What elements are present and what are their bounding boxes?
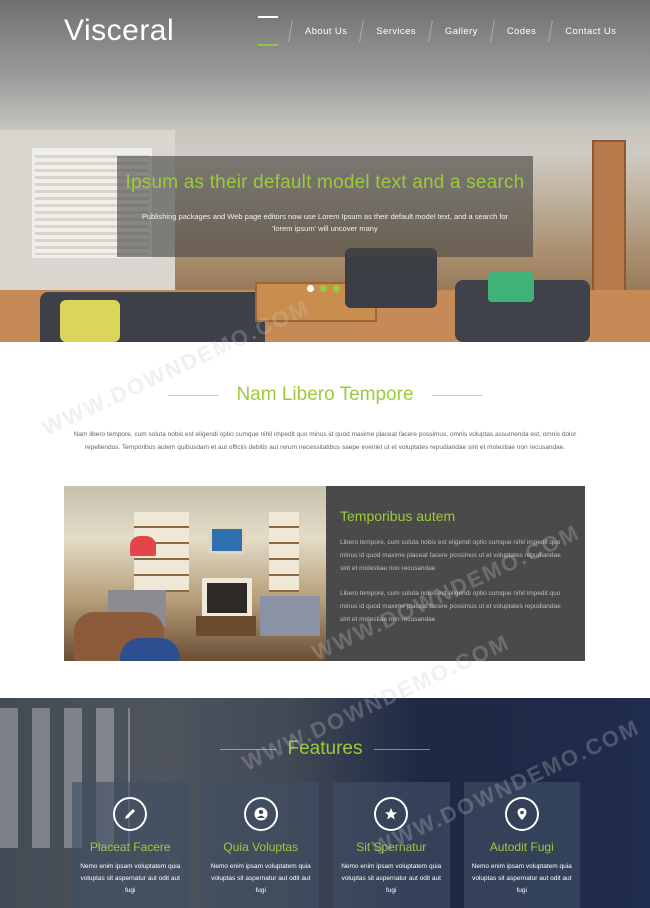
feature-card-text: Nemo enim ipsam voluptatem quia voluptas… (210, 863, 311, 894)
feature-card-text: Nemo enim ipsam voluptatem quia voluptas… (341, 863, 442, 894)
about-title: Nam Libero Tempore (236, 384, 414, 405)
nav-separator (548, 20, 554, 42)
feature-title: Temporibus autem (340, 508, 456, 524)
nav-home-tab[interactable] (252, 16, 284, 46)
feature-paragraph-1: Libero tempore, cum soluta nobis est eli… (340, 539, 561, 572)
nav-separator (359, 20, 365, 42)
feature-card-title: Placeat Facere (89, 840, 171, 854)
user-icon (243, 797, 278, 831)
main-nav: About Us Services Gallery Codes Contact … (252, 16, 624, 46)
feature-card-text: Nemo enim ipsam voluptatem quia voluptas… (471, 863, 572, 894)
feature-paragraph-2: Libero tempore, cum soluta nobis est eli… (340, 590, 561, 623)
features-heading: Features (0, 736, 650, 762)
feature-card[interactable]: Autodit Fugi Nemo enim ipsam voluptatem … (463, 782, 580, 908)
living-room-image (64, 486, 326, 661)
nav-gallery[interactable]: Gallery (437, 26, 486, 37)
nav-services[interactable]: Services (368, 26, 424, 37)
feature-card[interactable]: Quia Voluptas Nemo enim ipsam voluptatem… (202, 782, 319, 908)
fireplace (202, 578, 252, 618)
brand-logo[interactable]: Visceral (64, 14, 174, 48)
feature-card[interactable]: Placeat Facere Nemo enim ipsam voluptate… (72, 782, 189, 908)
feature-card-title: Quia Voluptas (223, 840, 299, 854)
about-paragraph: Nam libero tempore, cum soluta nobis est… (73, 431, 577, 451)
nav-codes[interactable]: Codes (499, 26, 544, 37)
nav-contact-us[interactable]: Contact Us (557, 26, 624, 37)
hero-title: Ipsum as their default model text and a … (125, 172, 525, 193)
about-feature-box: Temporibus autem Libero tempore, cum sol… (64, 486, 585, 661)
heading-rule-left (168, 394, 219, 396)
nav-about-us[interactable]: About Us (297, 26, 355, 37)
nav-separator (288, 20, 293, 42)
nav-separator (489, 20, 495, 42)
blue-chair (120, 638, 180, 661)
hero-caption: Ipsum as their default model text and a … (117, 156, 533, 257)
feature-card-title: Sit Spernatur (356, 840, 427, 854)
map-marker-icon (504, 797, 539, 831)
hero-sofa-right (345, 248, 437, 308)
heading-rule-right (431, 394, 482, 396)
bookshelf-right (269, 512, 299, 592)
armchair-right (260, 596, 320, 636)
slider-dot-1[interactable] (307, 285, 314, 292)
slider-dot-3[interactable] (333, 285, 340, 292)
hero-pillow-yellow (60, 300, 120, 342)
about-heading: Nam Libero Tempore (0, 380, 650, 410)
pencil-icon (113, 797, 148, 831)
hero-door (592, 140, 626, 310)
features-title: Features (287, 738, 363, 759)
nav-separator (427, 20, 433, 42)
painting (209, 526, 245, 554)
feature-cards: Placeat Facere Nemo enim ipsam voluptate… (72, 782, 580, 908)
feature-card-text: Nemo enim ipsam voluptatem quia voluptas… (80, 863, 181, 894)
feature-text: Temporibus autem Libero tempore, cum sol… (340, 508, 570, 638)
feature-card[interactable]: Sit Spernatur Nemo enim ipsam voluptatem… (333, 782, 450, 908)
hero-text: Publishing packages and Web page editors… (141, 212, 509, 233)
hero-banner: Visceral About Us Services Gallery Codes… (0, 0, 650, 342)
coffee-table (196, 616, 256, 636)
red-lamp (130, 536, 156, 556)
star-icon (374, 797, 409, 831)
heading-rule-right (374, 748, 431, 750)
feature-card-title: Autodit Fugi (489, 840, 554, 854)
slider-dot-2[interactable] (320, 285, 327, 292)
slider-dots (307, 285, 340, 292)
hero-pillow-green (488, 272, 534, 302)
heading-rule-left (219, 748, 276, 750)
